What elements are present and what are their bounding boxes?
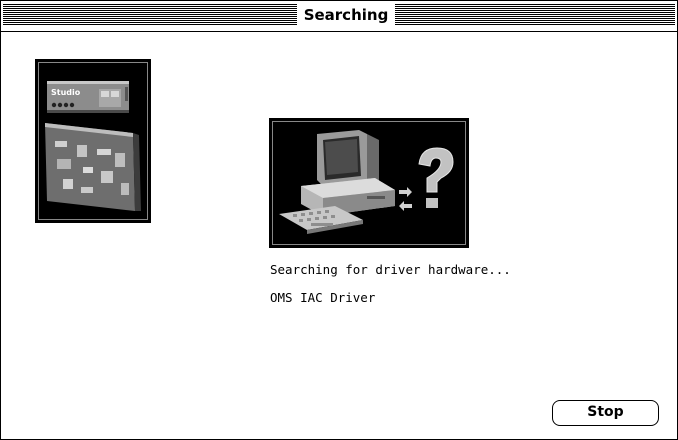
window-title: Searching xyxy=(297,2,395,28)
title-bar[interactable]: Searching xyxy=(1,1,677,32)
studio-interface-image: Studio xyxy=(35,59,151,223)
midi-studio-interface-icon: Studio xyxy=(37,61,149,221)
computer-searching-icon xyxy=(271,120,467,246)
studio-label: Studio xyxy=(51,88,81,97)
status-searching-text: Searching for driver hardware... xyxy=(270,262,511,277)
stop-button[interactable]: Stop xyxy=(552,400,659,426)
searching-window: Searching Studio Searching for driver ha… xyxy=(0,0,678,440)
computer-searching-image xyxy=(269,118,469,248)
status-driver-name: OMS IAC Driver xyxy=(270,290,376,305)
